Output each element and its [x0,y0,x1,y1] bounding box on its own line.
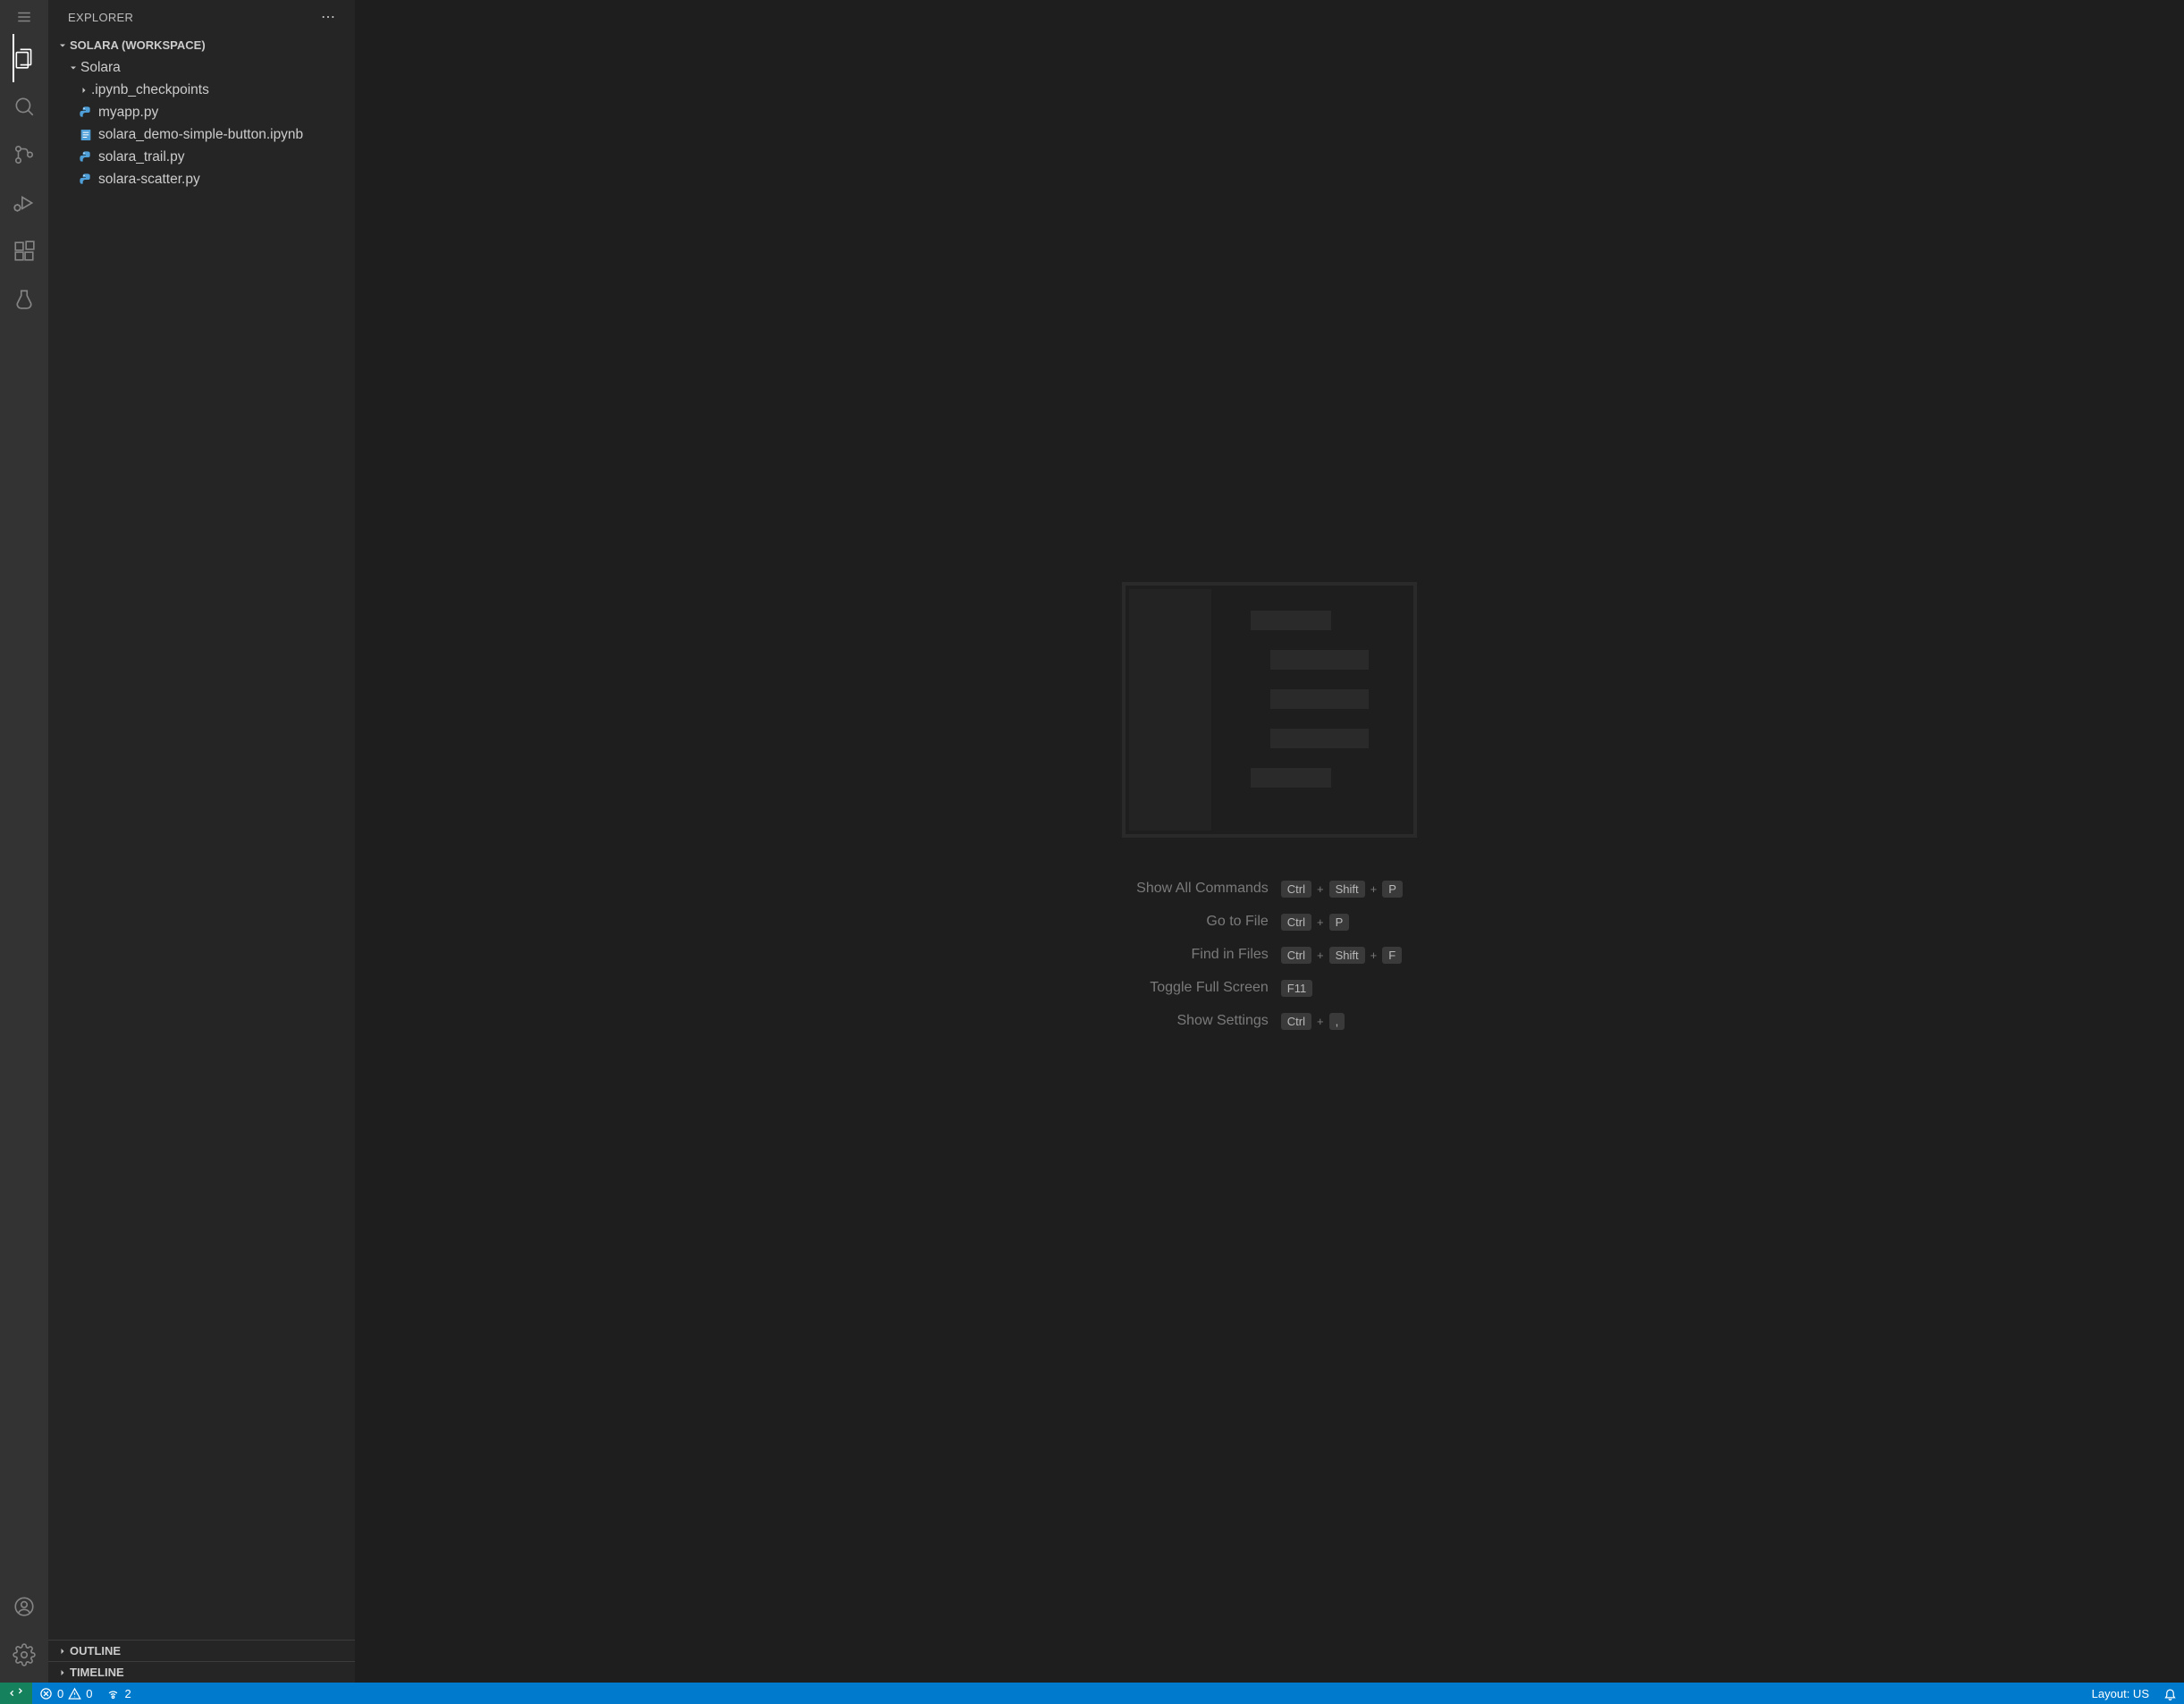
activity-bar [0,0,48,1683]
shortcut-label: Toggle Full Screen [1136,980,1269,996]
python-file-icon [77,150,95,164]
file-name: solara-scatter.py [98,172,200,188]
status-warnings-count: 0 [86,1687,92,1700]
chevron-right-icon [55,1646,70,1657]
activity-source-control[interactable] [13,131,36,179]
activity-extensions[interactable] [13,227,36,275]
sidebar-header: EXPLORER ⋯ [48,0,355,34]
file-item[interactable]: myapp.py [48,101,355,123]
status-layout[interactable]: Layout: US [2085,1683,2156,1704]
key-badge: Shift [1329,947,1365,964]
file-tree: SOLARA (WORKSPACE) Solara .ipynb_checkpo… [48,34,355,1640]
chevron-down-icon [66,63,80,73]
shortcut-keys: Ctrl+, [1281,1013,1403,1030]
remote-button[interactable] [0,1683,32,1704]
menu-button[interactable] [0,0,48,34]
key-badge: P [1329,914,1350,931]
chevron-right-icon [77,85,91,96]
notebook-file-icon [77,128,95,142]
key-badge: , [1329,1013,1345,1030]
status-ports[interactable]: 2 [99,1683,138,1704]
key-badge: Ctrl [1281,881,1311,898]
shortcut-keys: Ctrl+Shift+F [1281,947,1403,964]
key-badge: F11 [1281,980,1312,997]
folder-solara[interactable]: Solara [48,56,355,79]
sidebar-title: EXPLORER [68,11,133,24]
status-bar: 0 0 2 Layout: US [0,1683,2184,1704]
status-errors-count: 0 [57,1687,63,1700]
python-file-icon [77,105,95,120]
outline-label: OUTLINE [70,1644,121,1658]
editor-area: Show All Commands Ctrl+Shift+P Go to File C… [355,0,2184,1683]
key-badge: F [1382,947,1402,964]
folder-label: Solara [80,60,121,76]
key-badge: Ctrl [1281,914,1311,931]
shortcut-label: Go to File [1136,914,1269,930]
timeline-section[interactable]: TIMELINE [48,1661,355,1683]
status-notifications[interactable] [2156,1683,2184,1704]
sidebar-more-icon[interactable]: ⋯ [321,8,337,26]
activity-explorer[interactable] [13,34,36,82]
sidebar: EXPLORER ⋯ SOLARA (WORKSPACE) Solara .ip… [48,0,355,1683]
shortcut-keys: Ctrl+Shift+P [1281,881,1403,898]
shortcut-label: Find in Files [1136,947,1269,963]
activity-testing[interactable] [13,275,36,324]
file-name: myapp.py [98,105,158,121]
key-badge: Shift [1329,881,1365,898]
activity-accounts[interactable] [13,1582,36,1631]
file-name: solara_trail.py [98,149,185,165]
activity-run-debug[interactable] [13,179,36,227]
folder-item[interactable]: .ipynb_checkpoints [48,79,355,101]
chevron-down-icon [55,40,70,51]
status-ports-count: 2 [124,1687,131,1700]
timeline-label: TIMELINE [70,1666,124,1679]
outline-section[interactable]: OUTLINE [48,1640,355,1661]
key-badge: P [1382,881,1403,898]
file-item[interactable]: solara_trail.py [48,146,355,168]
file-item[interactable]: solara-scatter.py [48,168,355,190]
folder-name: .ipynb_checkpoints [91,82,209,98]
workspace-root[interactable]: SOLARA (WORKSPACE) [48,34,355,56]
status-layout-label: Layout: US [2092,1687,2149,1700]
shortcuts-list: Show All Commands Ctrl+Shift+P Go to File C… [1136,881,1403,1030]
vscode-watermark-icon [1122,582,1417,838]
activity-settings[interactable] [13,1631,36,1679]
file-name: solara_demo-simple-button.ipynb [98,127,303,143]
shortcut-label: Show Settings [1136,1013,1269,1029]
shortcut-keys: Ctrl+P [1281,914,1403,931]
chevron-right-icon [55,1667,70,1678]
workspace-label: SOLARA (WORKSPACE) [70,38,206,52]
status-problems[interactable]: 0 0 [32,1683,99,1704]
activity-search[interactable] [13,82,36,131]
key-badge: Ctrl [1281,947,1311,964]
key-badge: Ctrl [1281,1013,1311,1030]
file-item[interactable]: solara_demo-simple-button.ipynb [48,123,355,146]
shortcut-label: Show All Commands [1136,881,1269,897]
shortcut-keys: F11 [1281,980,1403,997]
python-file-icon [77,173,95,187]
